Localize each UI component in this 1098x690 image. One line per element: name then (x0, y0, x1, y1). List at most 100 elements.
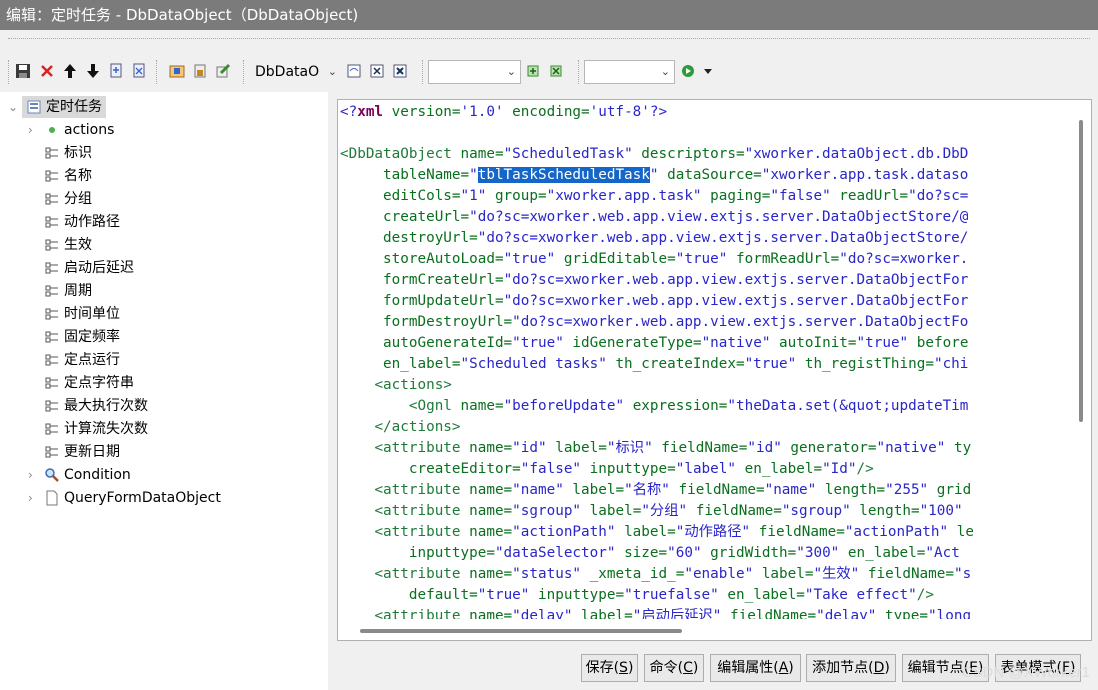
code-line[interactable]: editCols="1" group="xworker.app.task" pa… (340, 186, 968, 207)
chevron-right-icon[interactable]: › (28, 464, 33, 486)
vertical-scrollbar-thumb[interactable] (1079, 120, 1083, 422)
add-node-button[interactable]: 添加节点(D) (806, 654, 896, 682)
add-icon[interactable] (524, 62, 542, 80)
edit-node-button[interactable]: 编辑节点(E) (902, 654, 989, 682)
tree-item[interactable]: 时间单位 (28, 303, 120, 325)
code-token: "false" (770, 188, 831, 204)
tree-root[interactable]: ⌄ 定时任务 (8, 96, 106, 118)
save-button[interactable]: 保存(S) (581, 654, 638, 682)
code-line[interactable]: destroyUrl="do?sc=xworker.web.app.view.e… (340, 228, 968, 249)
tree-item[interactable]: 动作路径 (28, 211, 120, 233)
button-mnemonic: F (1061, 660, 1071, 676)
form-mode-button[interactable]: 表单模式(F) (995, 654, 1081, 682)
close-doc-icon[interactable] (368, 62, 386, 80)
save-icon[interactable] (14, 62, 32, 80)
run-icon[interactable] (679, 62, 697, 80)
xml-code-area[interactable]: <?xml version='1.0' encoding='utf-8'?> <D… (338, 100, 1070, 619)
open-icon[interactable] (168, 62, 186, 80)
code-line[interactable]: createUrl="do?sc=xworker.web.app.view.ex… (340, 207, 968, 228)
code-token: formCreateUrl= (383, 272, 504, 288)
doc-icon[interactable] (345, 62, 363, 80)
code-line[interactable]: autoGenerateId="true" idGenerateType="na… (340, 333, 968, 354)
horizontal-scrollbar[interactable] (338, 620, 1070, 640)
tree-root-label: 定时任务 (46, 99, 102, 115)
code-line[interactable]: <Ognl name="beforeUpdate" expression="th… (340, 396, 969, 417)
tree-item[interactable]: › QueryFormDataObject (28, 487, 221, 509)
vertical-scrollbar[interactable] (1071, 100, 1091, 619)
code-token: inputtype= (408, 545, 495, 561)
code-line[interactable]: createEditor="false" inputtype="label" e… (340, 459, 874, 480)
dropdown-icon[interactable] (699, 62, 717, 80)
code-token: "分组" (641, 503, 688, 519)
tree-item[interactable]: › actions (28, 119, 114, 141)
attribute-icon (44, 352, 60, 368)
code-line[interactable]: <?xml version='1.0' encoding='utf-8'?> (340, 102, 667, 123)
run-combo[interactable]: ⌄ (584, 60, 675, 84)
code-token: "名称" (624, 482, 670, 498)
code-line[interactable]: <attribute name="id" label="标识" fieldNam… (340, 438, 971, 459)
tree-item[interactable]: 周期 (28, 280, 92, 302)
tree-item-label: 定点字符串 (64, 375, 134, 391)
code-line[interactable]: formUpdateUrl="do?sc=xworker.web.app.vie… (340, 291, 968, 312)
delete-icon[interactable] (38, 62, 56, 80)
move-down-icon[interactable] (84, 62, 102, 80)
code-line[interactable]: formCreateUrl="do?sc=xworker.web.app.vie… (340, 270, 968, 291)
splitter[interactable] (328, 92, 336, 690)
tree-item[interactable]: 更新日期 (28, 441, 120, 463)
code-line[interactable]: <attribute name="delay" label="启动后延迟" fi… (340, 606, 971, 619)
action-combo[interactable]: ⌄ (428, 60, 521, 84)
tree-item[interactable]: 分组 (28, 188, 92, 210)
tree-item[interactable]: › Condition (28, 464, 131, 486)
tree-item[interactable]: 启动后延迟 (28, 257, 134, 279)
tree-item[interactable]: 定点字符串 (28, 372, 134, 394)
code-token: "启动后延迟" (632, 608, 722, 619)
tree-item[interactable]: 计算流失次数 (28, 418, 148, 440)
move-up-icon[interactable] (61, 62, 79, 80)
dataobject-combo[interactable]: DbDataO ⌄ (250, 60, 342, 84)
code-token: createEditor= (408, 461, 521, 477)
import-icon[interactable] (130, 62, 148, 80)
code-line[interactable]: <attribute name="actionPath" label="动作路径… (340, 522, 974, 543)
code-line[interactable]: storeAutoLoad="true" gridEditable="true"… (340, 249, 968, 270)
tree-item[interactable]: 固定频率 (28, 326, 120, 348)
code-token: label= (572, 608, 633, 619)
close-all-icon[interactable] (391, 62, 409, 80)
code-token: <DbDataObject (340, 146, 452, 162)
command-button[interactable]: 命令(C) (644, 654, 704, 682)
attribute-icon (44, 283, 60, 299)
code-line[interactable]: tableName="tblTaskScheduledTask" dataSou… (340, 165, 968, 186)
tree-item[interactable]: 定点运行 (28, 349, 120, 371)
chevron-down-icon[interactable]: ⌄ (8, 96, 18, 118)
code-line[interactable]: formDestroyUrl="do?sc=xworker.web.app.vi… (340, 312, 968, 333)
code-line[interactable]: default="true" inputtype="truefalse" en_… (340, 585, 934, 606)
code-token: "actionPath" (512, 524, 616, 540)
code-line[interactable]: <attribute name="status" _xmeta_id_="ena… (340, 564, 971, 585)
code-line[interactable]: </actions> (340, 417, 460, 438)
horizontal-scrollbar-thumb[interactable] (360, 629, 682, 633)
xml-editor[interactable]: <?xml version='1.0' encoding='utf-8'?> <D… (337, 99, 1092, 641)
code-token: formReadUrl= (727, 251, 840, 267)
remove-icon[interactable] (547, 62, 565, 80)
code-token: default= (408, 587, 478, 603)
tree-item[interactable]: 标识 (28, 142, 92, 164)
code-token: "true" (512, 335, 564, 351)
attribute-icon (44, 168, 60, 184)
code-line[interactable]: en_label="Scheduled tasks" th_createInde… (340, 354, 968, 375)
tree-item[interactable]: 名称 (28, 165, 92, 187)
tree-item[interactable]: 生效 (28, 234, 92, 256)
code-line[interactable]: inputtype="dataSelector" size="60" gridW… (340, 543, 960, 564)
export-icon[interactable] (107, 62, 125, 80)
lock-icon[interactable] (191, 62, 209, 80)
edit-attributes-button[interactable]: 编辑属性(A) (710, 654, 801, 682)
chevron-right-icon[interactable]: › (28, 119, 33, 141)
code-line[interactable]: <DbDataObject name="ScheduledTask" descr… (340, 144, 968, 165)
code-line[interactable]: <actions> (340, 375, 451, 396)
code-line[interactable]: <attribute name="name" label="名称" fieldN… (340, 480, 971, 501)
tree-item[interactable]: 最大执行次数 (28, 395, 148, 417)
chevron-right-icon[interactable]: › (28, 487, 33, 509)
edit-icon[interactable] (214, 62, 232, 80)
code-token: " (469, 167, 478, 183)
code-line[interactable]: <attribute name="sgroup" label="分组" fiel… (340, 501, 962, 522)
